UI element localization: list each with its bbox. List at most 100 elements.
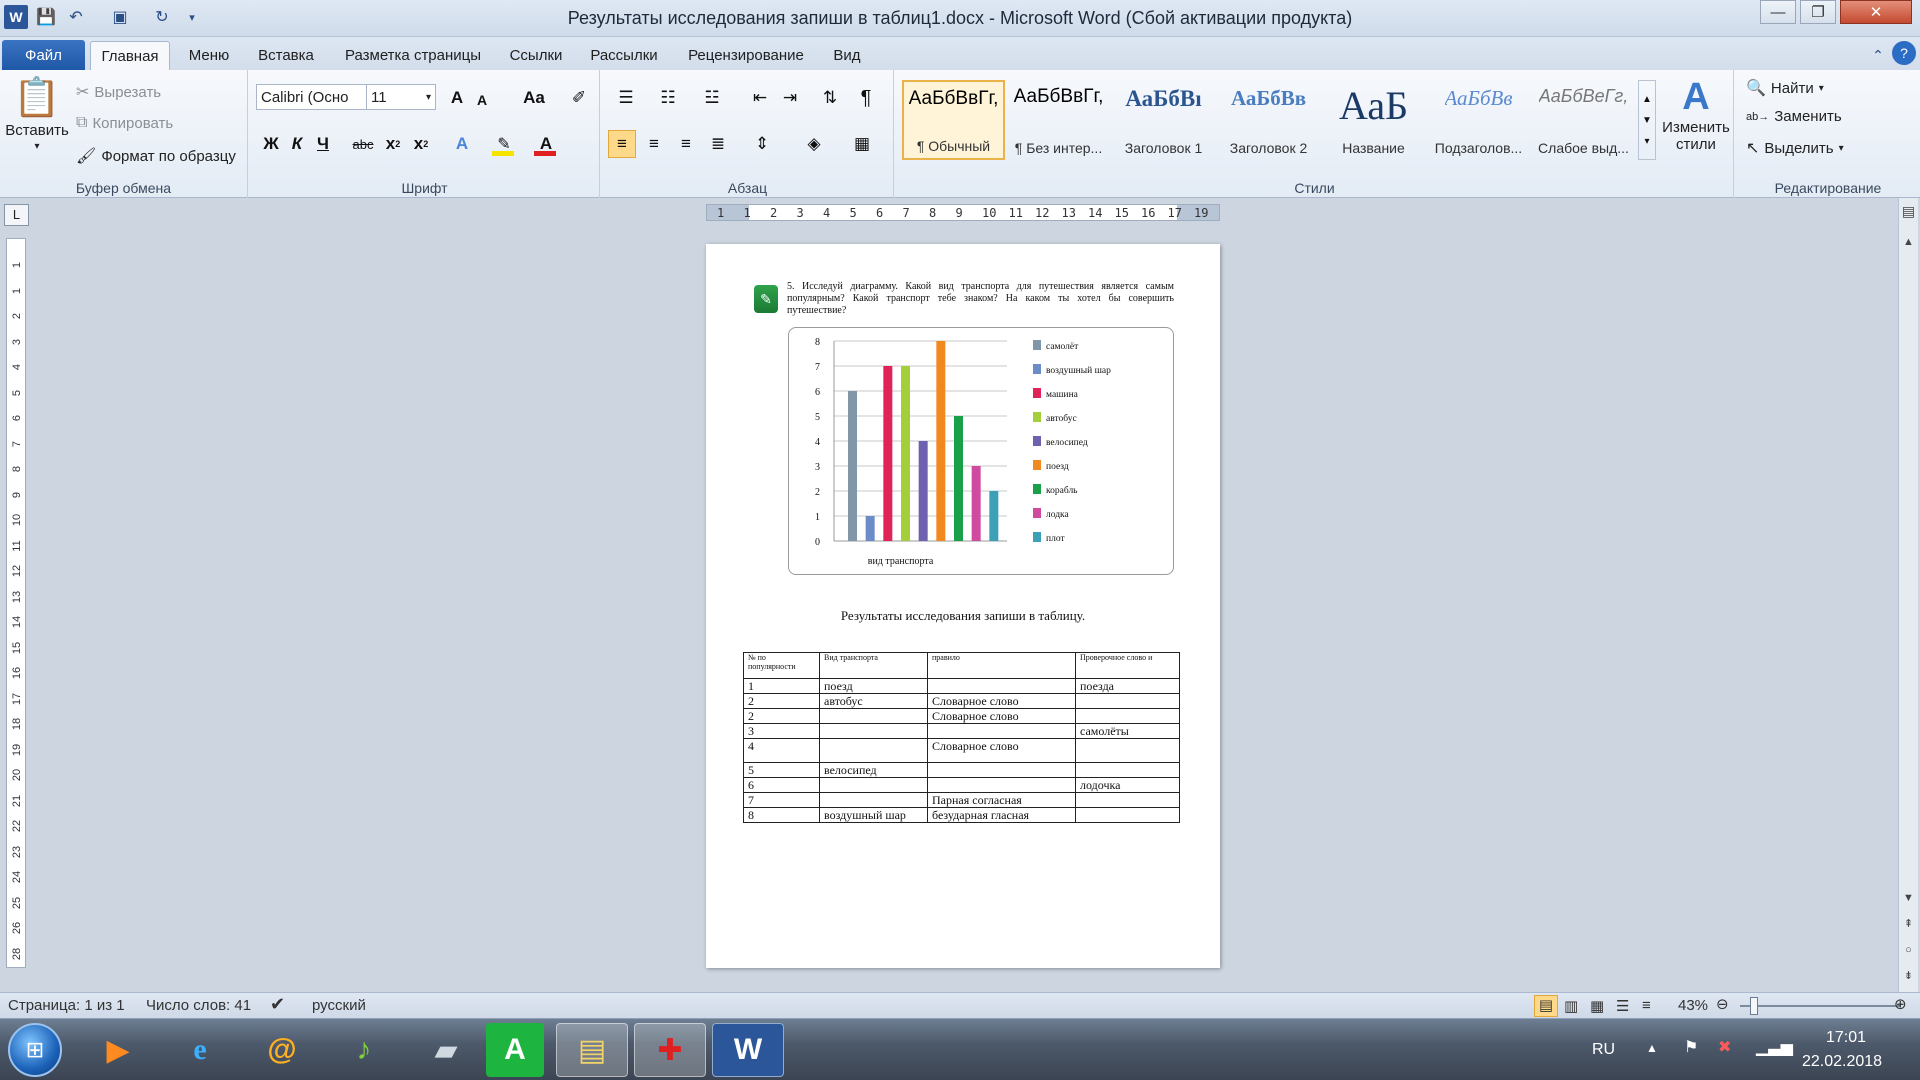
font-size-select[interactable]: 11 ▾ (366, 84, 436, 110)
start-button[interactable]: ⊞ (8, 1023, 62, 1077)
tab-file[interactable]: Файл (2, 40, 85, 70)
find-button[interactable]: 🔍 Найти ▾ (1746, 78, 1824, 98)
underline-button[interactable]: Ч (312, 130, 334, 158)
tab-mailings[interactable]: Рассылки (582, 41, 666, 70)
full-screen-reading-icon[interactable]: ▥ (1564, 997, 1578, 1015)
close-button[interactable]: ✕ (1840, 0, 1912, 24)
change-styles-button[interactable]: A Изменить стили (1660, 76, 1732, 153)
table-cell[interactable]: поезд (819, 678, 928, 694)
signal-icon[interactable]: ▁▃▅ (1756, 1037, 1793, 1057)
table-cell[interactable]: воздушный шар (819, 807, 928, 823)
table-cell[interactable]: 3 (743, 723, 820, 739)
style-no-spacing[interactable]: АаБбВвГг, ¶ Без интер... (1007, 80, 1110, 160)
copy-button[interactable]: ⧉ Копировать (76, 114, 173, 132)
table-cell[interactable]: Словарное слово (927, 708, 1076, 724)
format-painter-button[interactable]: 🖌 Формат по образцу (76, 146, 236, 166)
multilevel-list-icon[interactable]: ☳ (694, 84, 730, 112)
clock-time[interactable]: 17:01 (1826, 1029, 1866, 1047)
style-heading-1[interactable]: АаБбВı Заголовок 1 (1112, 80, 1215, 160)
table-cell[interactable] (819, 738, 928, 763)
tab-page-layout[interactable]: Разметка страницы (334, 41, 492, 70)
table-cell[interactable]: Парная согласная (927, 792, 1076, 808)
table-cell[interactable] (819, 792, 928, 808)
table-cell[interactable]: самолёты (1075, 723, 1180, 739)
font-color-button[interactable]: A (530, 130, 562, 158)
table-cell[interactable] (1075, 738, 1180, 763)
subscript-button[interactable]: x2 (382, 130, 404, 158)
table-cell[interactable] (927, 723, 1076, 739)
outline-icon[interactable]: ☰ (1616, 997, 1629, 1015)
align-right-icon[interactable]: ≡ (672, 130, 700, 158)
language-bar[interactable]: RU (1592, 1041, 1615, 1059)
zoom-slider-track[interactable] (1740, 1005, 1900, 1007)
text-effects-icon[interactable]: A (446, 130, 478, 158)
grow-font-button[interactable]: A (446, 84, 468, 112)
table-cell[interactable]: Словарное слово (927, 693, 1076, 709)
shrink-font-button[interactable]: A (472, 86, 492, 114)
tab-references[interactable]: Ссылки (500, 41, 572, 70)
language-indicator[interactable]: русский (312, 997, 366, 1014)
select-button[interactable]: ↖ Выделить ▾ (1746, 138, 1844, 158)
green-app-icon[interactable]: A (486, 1023, 544, 1077)
table-cell[interactable] (819, 708, 928, 724)
table-cell[interactable]: 7 (743, 792, 820, 808)
table-cell[interactable]: 8 (743, 807, 820, 823)
scroll-up-icon[interactable]: ▲ (1899, 232, 1918, 251)
scanner-icon[interactable]: ▰ (410, 1023, 482, 1077)
internet-explorer-icon[interactable]: e (164, 1023, 236, 1077)
italic-button[interactable]: К (286, 130, 308, 158)
tab-menu[interactable]: Меню (178, 41, 240, 70)
view-ruler-icon[interactable]: ▤ (1899, 202, 1918, 221)
clock-date[interactable]: 22.02.2018 (1802, 1053, 1882, 1071)
show-hidden-icons[interactable]: ▲ (1646, 1041, 1658, 1055)
previous-page-icon[interactable]: ⇞ (1899, 914, 1918, 933)
table-cell[interactable]: Словарное слово (927, 738, 1076, 763)
browse-object-icon[interactable]: ○ (1899, 940, 1918, 959)
mail-icon[interactable]: @ (246, 1023, 318, 1077)
table-cell[interactable] (1075, 762, 1180, 778)
styles-scroll[interactable]: ▲ ▼ ▾ (1638, 80, 1656, 160)
tab-selector[interactable]: L (4, 204, 29, 226)
increase-indent-icon[interactable]: ⇥ (776, 84, 804, 112)
maximize-button[interactable]: ❐ (1800, 0, 1836, 24)
tab-view[interactable]: Вид (824, 41, 870, 70)
tab-insert[interactable]: Вставка (248, 41, 324, 70)
table-cell[interactable] (819, 777, 928, 793)
clear-formatting-icon[interactable]: ✐ (566, 84, 592, 112)
help-icon[interactable]: ? (1892, 41, 1916, 65)
table-cell[interactable]: лодочка (1075, 777, 1180, 793)
vertical-scrollbar[interactable]: ▤ ▲ ▼ ⇞ ○ ⇟ (1898, 198, 1918, 992)
table-cell[interactable]: безударная гласная (927, 807, 1076, 823)
next-page-icon[interactable]: ⇟ (1899, 966, 1918, 985)
file-explorer-icon[interactable]: ▤ (556, 1023, 628, 1077)
draft-icon[interactable]: ≡ (1642, 997, 1651, 1014)
table-cell[interactable]: 1 (743, 678, 820, 694)
style-subtle-emphasis[interactable]: АаБбВеГг, Слабое выд... (1532, 80, 1635, 160)
table-cell[interactable] (927, 777, 1076, 793)
tab-review[interactable]: Рецензирование (676, 41, 816, 70)
table-cell[interactable]: 5 (743, 762, 820, 778)
music-icon[interactable]: ♪ (328, 1023, 400, 1077)
table-cell[interactable]: велосипед (819, 762, 928, 778)
highlight-color-button[interactable]: ✎ (488, 130, 520, 158)
superscript-button[interactable]: x2 (410, 130, 432, 158)
media-player-icon[interactable]: ▶ (82, 1023, 154, 1077)
table-cell[interactable] (1075, 792, 1180, 808)
table-cell[interactable] (819, 723, 928, 739)
style-normal[interactable]: АаБбВвГг, ¶ Обычный (902, 80, 1005, 160)
align-center-icon[interactable]: ≡ (640, 130, 668, 158)
font-name-select[interactable]: Calibri (Осно (256, 84, 368, 110)
network-error-icon[interactable]: ✖ (1718, 1037, 1731, 1057)
align-left-icon[interactable]: ≡ (608, 130, 636, 158)
tab-home[interactable]: Главная (90, 41, 170, 70)
borders-icon[interactable]: ▦ (844, 130, 880, 158)
table-cell[interactable] (1075, 693, 1180, 709)
table-cell[interactable] (1075, 708, 1180, 724)
page-count[interactable]: Страница: 1 из 1 (8, 997, 125, 1014)
style-subtitle[interactable]: АаБбВв Подзаголов... (1427, 80, 1530, 160)
zoom-out-icon[interactable]: ⊖ (1716, 995, 1729, 1013)
web-layout-icon[interactable]: ▦ (1590, 997, 1604, 1015)
vertical-ruler[interactable]: 1 1 2 3 4 5 6 7 8 9 10 11 12 13 14 15 16 17 18 19 20 21 22 23 24… (6, 238, 26, 968)
collapse-ribbon-icon[interactable]: ⌃ (1866, 43, 1890, 67)
sort-icon[interactable]: ⇅ (816, 84, 844, 112)
